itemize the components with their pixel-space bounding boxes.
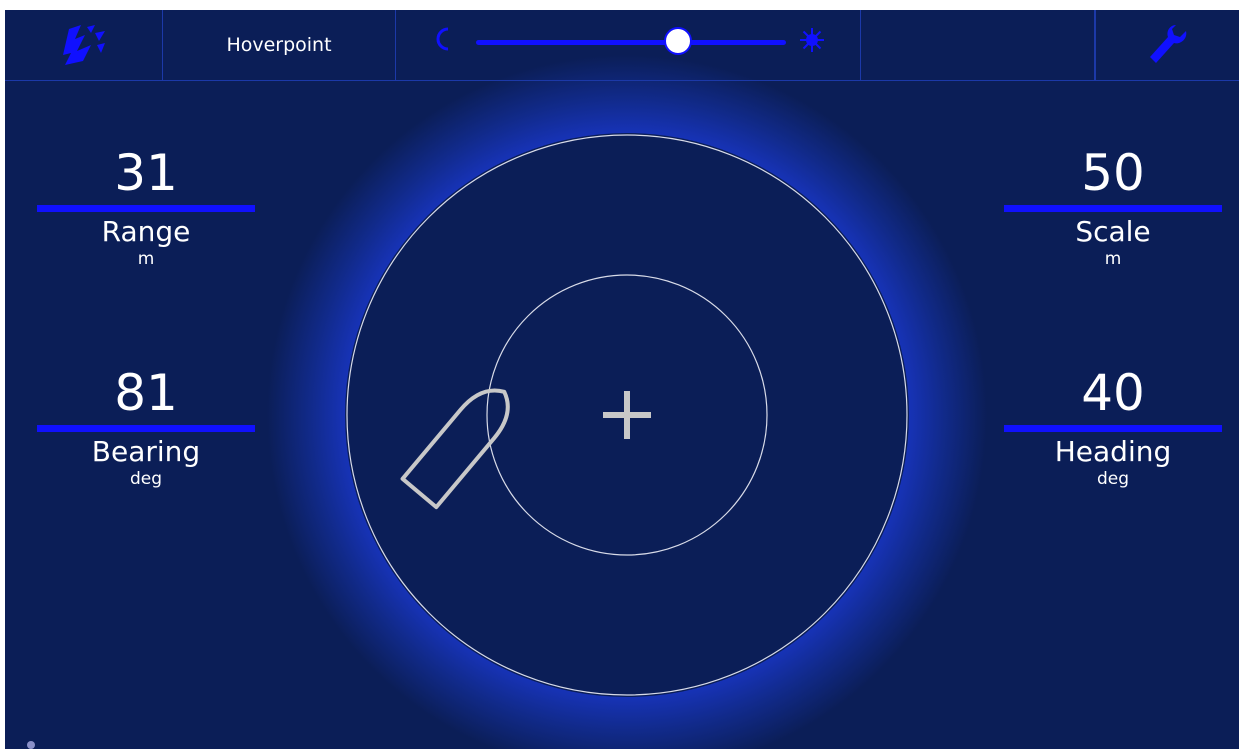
- moon-icon: [436, 27, 449, 51]
- brightness-control: [396, 10, 861, 80]
- scale-readout: 50 Scale m: [1003, 145, 1223, 270]
- bearing-unit: deg: [129, 469, 163, 489]
- heading-readout: 40 Heading deg: [1003, 365, 1223, 490]
- sun-icon: [800, 28, 824, 52]
- hoverpoint-screen: Hoverpoint 31 Range m 81 Bearing deg 50 …: [5, 10, 1239, 749]
- brightness-slider-track[interactable]: [476, 40, 786, 45]
- bearing-value: 81: [114, 364, 178, 422]
- top-toolbar: Hoverpoint: [5, 10, 1239, 81]
- scale-label: Scale: [1075, 215, 1151, 248]
- range-label: Range: [101, 215, 191, 248]
- range-readout: 31 Range m: [36, 145, 256, 270]
- heading-unit: deg: [1096, 469, 1130, 489]
- scale-value: 50: [1081, 144, 1145, 202]
- settings-button[interactable]: [1095, 10, 1239, 80]
- range-value: 31: [114, 144, 178, 202]
- range-unit: m: [137, 249, 155, 269]
- trident-logo-icon: [62, 25, 105, 65]
- bearing-readout: 81 Bearing deg: [36, 365, 256, 490]
- status-dot: [27, 741, 35, 749]
- wrench-icon: [1149, 25, 1186, 63]
- logo-button[interactable]: [5, 10, 163, 80]
- brightness-slider-handle[interactable]: [663, 27, 692, 55]
- bearing-label: Bearing: [91, 435, 201, 468]
- heading-label: Heading: [1054, 435, 1172, 468]
- bearing-underline: [37, 425, 255, 432]
- range-underline: [37, 205, 255, 212]
- scale-underline: [1004, 205, 1222, 212]
- app-title-text: Hoverpoint: [226, 34, 332, 56]
- scale-unit: m: [1104, 249, 1122, 269]
- heading-value: 40: [1081, 364, 1145, 422]
- app-title: Hoverpoint: [163, 10, 396, 80]
- heading-underline: [1004, 425, 1222, 432]
- toolbar-spacer: [861, 10, 1095, 80]
